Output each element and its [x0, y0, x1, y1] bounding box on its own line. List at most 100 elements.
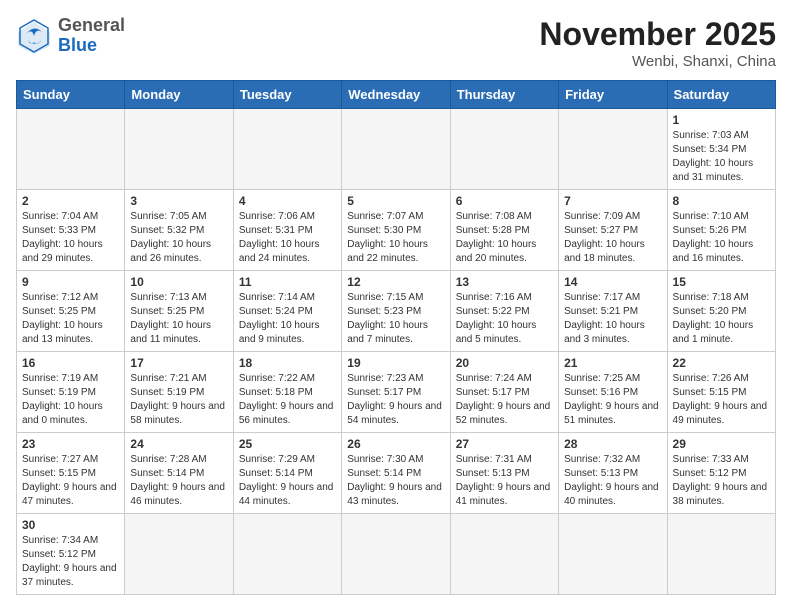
weekday-header-row: SundayMondayTuesdayWednesdayThursdayFrid… [17, 81, 776, 109]
weekday-header: Friday [559, 81, 667, 109]
day-number: 3 [130, 194, 227, 208]
calendar-cell: 13Sunrise: 7:16 AM Sunset: 5:22 PM Dayli… [450, 271, 558, 352]
cell-content: Sunrise: 7:15 AM Sunset: 5:23 PM Dayligh… [347, 291, 444, 347]
title-block: November 2025 Wenbi, Shanxi, China [539, 16, 776, 70]
calendar-cell: 3 Sunrise: 7:05 AM Sunset: 5:32 PM Daylig… [125, 190, 233, 271]
calendar-cell: 10 Sunrise: 7:13 AM Sunset: 5:25 PM Dayli… [125, 271, 233, 352]
cell-content: Sunrise: 7:29 AM Sunset: 5:14 PM Dayligh… [239, 453, 336, 509]
calendar-cell: 11 Sunrise: 7:14 AM Sunset: 5:24 PM Dayli… [233, 271, 341, 352]
day-number: 12 [347, 275, 444, 289]
calendar-cell: 29 Sunrise: 7:33 AM Sunset: 5:12 PM Dayli… [667, 433, 775, 514]
calendar-week-row: 23 Sunrise: 7:27 AM Sunset: 5:15 PM Dayli… [17, 433, 776, 514]
location-subtitle: Wenbi, Shanxi, China [539, 53, 776, 70]
calendar-cell [450, 109, 558, 190]
calendar-cell [233, 514, 341, 595]
cell-content: Sunrise: 7:08 AM Sunset: 5:28 PM Dayligh… [456, 210, 553, 266]
calendar-cell [342, 109, 450, 190]
calendar-cell: 21Sunrise: 7:25 AM Sunset: 5:16 PM Dayli… [559, 352, 667, 433]
cell-content: Sunrise: 7:12 AM Sunset: 5:25 PM Dayligh… [22, 291, 119, 347]
calendar-cell [125, 514, 233, 595]
day-number: 6 [456, 194, 553, 208]
cell-content: Sunrise: 7:18 AM Sunset: 5:20 PM Dayligh… [673, 291, 770, 347]
day-number: 25 [239, 437, 336, 451]
cell-content: Sunrise: 7:07 AM Sunset: 5:30 PM Dayligh… [347, 210, 444, 266]
calendar-cell: 23 Sunrise: 7:27 AM Sunset: 5:15 PM Dayli… [17, 433, 125, 514]
calendar-cell: 26 Sunrise: 7:30 AM Sunset: 5:14 PM Dayli… [342, 433, 450, 514]
cell-content: Sunrise: 7:04 AM Sunset: 5:33 PM Dayligh… [22, 210, 119, 266]
calendar-cell: 6 Sunrise: 7:08 AM Sunset: 5:28 PM Daylig… [450, 190, 558, 271]
calendar-cell: 4Sunrise: 7:06 AM Sunset: 5:31 PM Daylig… [233, 190, 341, 271]
calendar-cell: 27Sunrise: 7:31 AM Sunset: 5:13 PM Dayli… [450, 433, 558, 514]
calendar-cell [559, 514, 667, 595]
weekday-header: Monday [125, 81, 233, 109]
calendar-cell [559, 109, 667, 190]
calendar-cell: 15 Sunrise: 7:18 AM Sunset: 5:20 PM Dayli… [667, 271, 775, 352]
day-number: 21 [564, 356, 661, 370]
cell-content: Sunrise: 7:16 AM Sunset: 5:22 PM Dayligh… [456, 291, 553, 347]
logo: General Blue [16, 16, 125, 56]
cell-content: Sunrise: 7:14 AM Sunset: 5:24 PM Dayligh… [239, 291, 336, 347]
day-number: 18 [239, 356, 336, 370]
calendar-cell [17, 109, 125, 190]
calendar-cell [667, 514, 775, 595]
logo-text: General Blue [58, 16, 125, 56]
day-number: 2 [22, 194, 119, 208]
calendar-cell: 24Sunrise: 7:28 AM Sunset: 5:14 PM Dayli… [125, 433, 233, 514]
calendar-cell [125, 109, 233, 190]
calendar-cell: 17Sunrise: 7:21 AM Sunset: 5:19 PM Dayli… [125, 352, 233, 433]
day-number: 9 [22, 275, 119, 289]
calendar-cell: 28 Sunrise: 7:32 AM Sunset: 5:13 PM Dayli… [559, 433, 667, 514]
calendar-week-row: 1 Sunrise: 7:03 AM Sunset: 5:34 PM Daylig… [17, 109, 776, 190]
cell-content: Sunrise: 7:30 AM Sunset: 5:14 PM Dayligh… [347, 453, 444, 509]
calendar-cell: 14Sunrise: 7:17 AM Sunset: 5:21 PM Dayli… [559, 271, 667, 352]
cell-content: Sunrise: 7:03 AM Sunset: 5:34 PM Dayligh… [673, 129, 770, 185]
calendar-cell: 19Sunrise: 7:23 AM Sunset: 5:17 PM Dayli… [342, 352, 450, 433]
day-number: 26 [347, 437, 444, 451]
day-number: 11 [239, 275, 336, 289]
day-number: 28 [564, 437, 661, 451]
cell-content: Sunrise: 7:32 AM Sunset: 5:13 PM Dayligh… [564, 453, 661, 509]
weekday-header: Tuesday [233, 81, 341, 109]
day-number: 23 [22, 437, 119, 451]
day-number: 16 [22, 356, 119, 370]
day-number: 1 [673, 113, 770, 127]
cell-content: Sunrise: 7:13 AM Sunset: 5:25 PM Dayligh… [130, 291, 227, 347]
weekday-header: Sunday [17, 81, 125, 109]
cell-content: Sunrise: 7:24 AM Sunset: 5:17 PM Dayligh… [456, 372, 553, 428]
cell-content: Sunrise: 7:05 AM Sunset: 5:32 PM Dayligh… [130, 210, 227, 266]
day-number: 7 [564, 194, 661, 208]
logo-general: General [58, 15, 125, 35]
day-number: 10 [130, 275, 227, 289]
cell-content: Sunrise: 7:19 AM Sunset: 5:19 PM Dayligh… [22, 372, 119, 428]
weekday-header: Saturday [667, 81, 775, 109]
cell-content: Sunrise: 7:33 AM Sunset: 5:12 PM Dayligh… [673, 453, 770, 509]
calendar-cell: 20Sunrise: 7:24 AM Sunset: 5:17 PM Dayli… [450, 352, 558, 433]
cell-content: Sunrise: 7:26 AM Sunset: 5:15 PM Dayligh… [673, 372, 770, 428]
calendar-week-row: 2 Sunrise: 7:04 AM Sunset: 5:33 PM Daylig… [17, 190, 776, 271]
month-title: November 2025 [539, 16, 776, 53]
calendar-week-row: 16 Sunrise: 7:19 AM Sunset: 5:19 PM Dayli… [17, 352, 776, 433]
logo-icon [16, 18, 52, 54]
cell-content: Sunrise: 7:27 AM Sunset: 5:15 PM Dayligh… [22, 453, 119, 509]
day-number: 27 [456, 437, 553, 451]
day-number: 15 [673, 275, 770, 289]
logo-blue: Blue [58, 35, 97, 55]
cell-content: Sunrise: 7:34 AM Sunset: 5:12 PM Dayligh… [22, 534, 119, 590]
calendar-cell: 22Sunrise: 7:26 AM Sunset: 5:15 PM Dayli… [667, 352, 775, 433]
day-number: 4 [239, 194, 336, 208]
calendar-cell [342, 514, 450, 595]
calendar-cell: 9 Sunrise: 7:12 AM Sunset: 5:25 PM Daylig… [17, 271, 125, 352]
calendar-week-row: 30 Sunrise: 7:34 AM Sunset: 5:12 PM Dayli… [17, 514, 776, 595]
calendar-cell [233, 109, 341, 190]
calendar-cell: 18 Sunrise: 7:22 AM Sunset: 5:18 PM Dayli… [233, 352, 341, 433]
day-number: 30 [22, 518, 119, 532]
calendar-cell: 30 Sunrise: 7:34 AM Sunset: 5:12 PM Dayli… [17, 514, 125, 595]
calendar-table: SundayMondayTuesdayWednesdayThursdayFrid… [16, 80, 776, 595]
cell-content: Sunrise: 7:21 AM Sunset: 5:19 PM Dayligh… [130, 372, 227, 428]
calendar-cell: 8Sunrise: 7:10 AM Sunset: 5:26 PM Daylig… [667, 190, 775, 271]
cell-content: Sunrise: 7:22 AM Sunset: 5:18 PM Dayligh… [239, 372, 336, 428]
calendar-cell: 5Sunrise: 7:07 AM Sunset: 5:30 PM Daylig… [342, 190, 450, 271]
day-number: 29 [673, 437, 770, 451]
calendar-cell: 7Sunrise: 7:09 AM Sunset: 5:27 PM Daylig… [559, 190, 667, 271]
page-header: General Blue November 2025 Wenbi, Shanxi… [16, 16, 776, 70]
